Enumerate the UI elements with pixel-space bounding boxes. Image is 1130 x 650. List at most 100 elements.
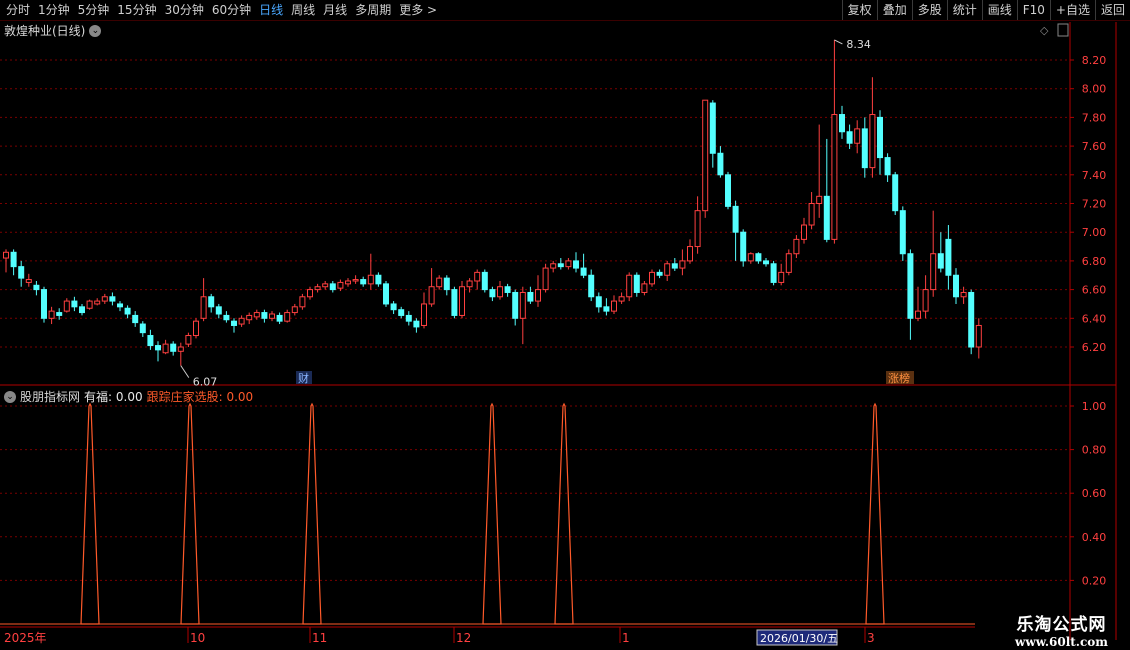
candle-body-up xyxy=(747,253,754,262)
candle-body-down xyxy=(223,314,230,321)
indicator-tick-label: 0.80 xyxy=(1082,444,1107,457)
candle-body-down xyxy=(375,274,382,285)
price-tick-label: 6.60 xyxy=(1082,284,1107,297)
date-label: 10 xyxy=(190,631,205,645)
candle-body-up xyxy=(63,300,70,312)
candle-body-down xyxy=(907,253,914,319)
candle-body-down xyxy=(823,195,830,240)
indicator-tick-label: 0.40 xyxy=(1082,531,1107,544)
candle-body-up xyxy=(930,253,937,291)
price-tick-label: 7.60 xyxy=(1082,140,1107,153)
candle-body-up xyxy=(25,279,32,283)
candle-body-down xyxy=(512,291,519,319)
indicator-tick-label: 0.60 xyxy=(1082,487,1107,500)
candle-body-up xyxy=(177,346,184,352)
candle-body-down xyxy=(968,291,975,348)
candle-body-up xyxy=(785,253,792,273)
candle-body-down xyxy=(953,274,959,298)
candle-body-down xyxy=(846,131,853,144)
candle-body-up xyxy=(291,306,298,314)
candle-body-up xyxy=(307,289,313,298)
candle-body-down xyxy=(231,320,237,326)
candle-body-up xyxy=(519,291,526,319)
candle-body-up xyxy=(618,296,625,302)
candle-body-down xyxy=(899,210,906,255)
candle-body-up xyxy=(542,267,549,291)
price-tick-label: 8.20 xyxy=(1082,54,1107,67)
candle-body-up xyxy=(801,224,807,240)
candle-body-up xyxy=(687,246,693,262)
candle-body-down xyxy=(390,303,397,311)
candle-body-up xyxy=(649,271,655,285)
price-tick-label: 6.20 xyxy=(1082,341,1107,354)
candle-body-up xyxy=(816,195,823,204)
candle-body-down xyxy=(884,157,891,176)
candle-body-down xyxy=(770,263,777,283)
candle-body-down xyxy=(413,320,420,328)
date-label: 1 xyxy=(622,631,630,645)
candle-body-up xyxy=(367,274,374,285)
candle-body-up xyxy=(626,274,633,298)
watermark-line1: 乐淘公式网 xyxy=(1016,615,1107,635)
candle-body-up xyxy=(854,128,861,144)
candle-body-up xyxy=(200,296,207,319)
candle-body-up xyxy=(869,114,876,169)
signal-spike xyxy=(302,402,322,625)
candle-body-up xyxy=(459,286,465,316)
candle-body-up xyxy=(86,300,93,309)
candle-body-up xyxy=(641,283,648,293)
signal-spike xyxy=(180,402,200,625)
candle-body-down xyxy=(580,267,587,276)
candle-body-down xyxy=(383,283,389,305)
candle-body-down xyxy=(329,283,336,291)
candle-body-up xyxy=(694,210,701,248)
candle-body-up xyxy=(299,296,306,308)
candle-body-up xyxy=(3,251,9,259)
candle-body-down xyxy=(595,296,602,308)
candle-body-down xyxy=(117,303,123,308)
candle-body-up xyxy=(611,300,617,312)
candle-body-up xyxy=(421,303,427,326)
candle-body-up xyxy=(922,289,929,312)
candle-body-down xyxy=(861,128,868,169)
candle-body-down xyxy=(671,263,678,269)
high-marker-arrow xyxy=(834,39,843,45)
price-tick-label: 7.80 xyxy=(1082,111,1107,124)
candle-body-down xyxy=(155,345,161,351)
date-label: 2025年 xyxy=(4,631,47,645)
candle-body-down xyxy=(489,289,496,298)
candle-body-down xyxy=(557,263,564,268)
candle-body-down xyxy=(360,279,367,285)
candle-body-down xyxy=(109,296,116,302)
candle-body-up xyxy=(915,310,921,319)
signal-spike xyxy=(865,402,885,625)
candle-body-up xyxy=(808,203,815,226)
candle-body-down xyxy=(603,306,610,312)
candle-body-down xyxy=(717,152,724,176)
low-marker-arrow xyxy=(180,365,190,378)
candle-body-up xyxy=(565,260,572,268)
candle-body-up xyxy=(428,286,435,305)
high-price-label: 8.34 xyxy=(846,38,871,51)
candle-body-up xyxy=(831,114,838,240)
candle-body-up xyxy=(679,260,686,269)
kline-chart[interactable]: ◇ 8.20 8.00 7.80 7.60 7.40 7.20 7.00 6.80 6.60 6.4… xyxy=(0,0,1130,650)
candle-body-down xyxy=(839,114,845,133)
candle-body-down xyxy=(170,343,177,352)
candle-body-up xyxy=(535,289,541,302)
price-tick-label: 7.00 xyxy=(1082,226,1107,239)
right-edge-strip xyxy=(1117,22,1130,387)
candle-body-up xyxy=(314,286,321,291)
candle-body-down xyxy=(527,291,534,302)
signal-spike xyxy=(482,402,502,625)
candle-body-up xyxy=(322,283,329,288)
diamond-icon: ◇ xyxy=(1040,24,1049,37)
price-tick-label: 7.40 xyxy=(1082,169,1107,182)
candle-body-up xyxy=(101,296,108,302)
price-tick-label: 6.40 xyxy=(1082,312,1107,325)
indicator-tick-label: 0.20 xyxy=(1082,574,1107,587)
watermark-logo: 乐淘公式网 www.60lt.com xyxy=(1015,610,1108,649)
candle-body-up xyxy=(960,291,967,298)
candle-body-down xyxy=(877,116,883,159)
candle-body-down xyxy=(18,266,25,279)
